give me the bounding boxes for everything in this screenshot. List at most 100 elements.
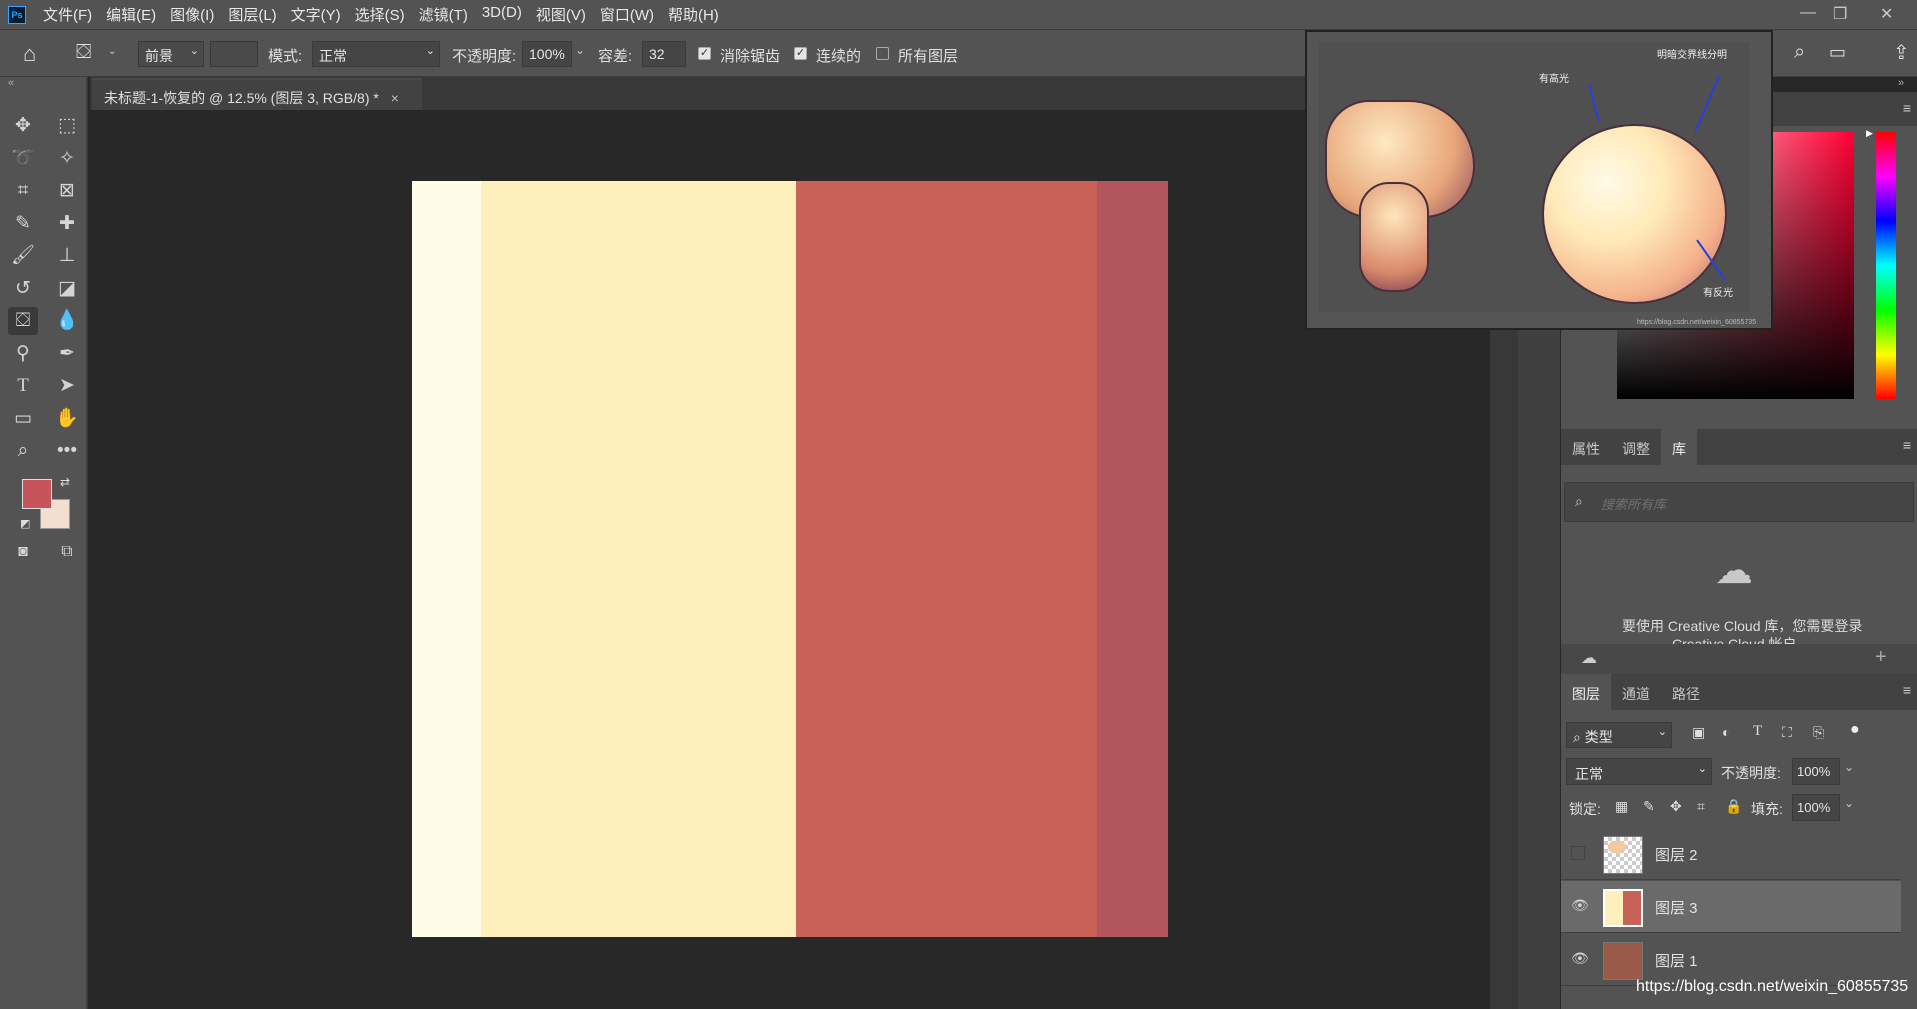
hue-slider-handle-icon[interactable]: ▶ bbox=[1866, 128, 1873, 139]
layer-opacity-input[interactable]: 100% bbox=[1792, 758, 1840, 785]
opacity-input[interactable]: 100% bbox=[522, 41, 572, 67]
menu-type[interactable]: 文字(Y) bbox=[291, 4, 341, 25]
layer-filter-select[interactable]: ⌕ 类型 ⌄ bbox=[1566, 722, 1672, 748]
chevron-down-icon[interactable]: ⌄ bbox=[108, 46, 116, 57]
rectangle-tool-icon[interactable]: ▭ bbox=[8, 405, 38, 433]
healing-brush-tool-icon[interactable]: ✚ bbox=[52, 210, 82, 238]
tab-channels[interactable]: 通道 bbox=[1611, 674, 1661, 710]
panel-menu-icon[interactable]: ≡ bbox=[1903, 100, 1911, 116]
search-icon[interactable]: ⌕ bbox=[1794, 41, 1805, 64]
tolerance-input[interactable]: 32 bbox=[642, 41, 686, 67]
antialias-checkbox[interactable]: ✓ bbox=[698, 47, 711, 60]
frame-tool-icon[interactable]: ⊠ bbox=[52, 177, 82, 205]
dodge-tool-icon[interactable]: ⚲ bbox=[8, 340, 38, 368]
hue-slider[interactable] bbox=[1876, 132, 1896, 399]
close-window-icon[interactable]: ✕ bbox=[1880, 4, 1893, 24]
filter-toggle-icon[interactable]: ● bbox=[1850, 721, 1860, 739]
swap-colors-icon[interactable]: ⇄ bbox=[60, 475, 70, 489]
tab-properties[interactable]: 属性 bbox=[1561, 429, 1611, 465]
lock-image-icon[interactable]: ✎ bbox=[1643, 798, 1655, 815]
lock-position-icon[interactable]: ✥ bbox=[1670, 798, 1682, 815]
fill-source-select[interactable]: 前景 ⌄ bbox=[138, 41, 204, 67]
lasso-tool-icon[interactable]: ➰ bbox=[8, 145, 38, 173]
tab-layers[interactable]: 图层 bbox=[1561, 674, 1611, 710]
home-icon[interactable]: ⌂ bbox=[23, 41, 36, 67]
blend-mode-select[interactable]: 正常 ⌄ bbox=[1566, 758, 1712, 785]
menu-image[interactable]: 图像(I) bbox=[170, 4, 214, 25]
foreground-color-swatch[interactable] bbox=[22, 479, 52, 509]
thumbnail-strip bbox=[1623, 891, 1641, 925]
tab-adjustments[interactable]: 调整 bbox=[1611, 429, 1661, 465]
quick-mask-icon[interactable]: ◙ bbox=[8, 538, 38, 566]
opacity-dropdown-icon[interactable]: ⌄ bbox=[575, 43, 585, 57]
fill-input[interactable]: 100% bbox=[1792, 794, 1840, 821]
tab-paths[interactable]: 路径 bbox=[1661, 674, 1711, 710]
pattern-picker[interactable] bbox=[210, 41, 258, 67]
contiguous-checkbox[interactable]: ✓ bbox=[794, 47, 807, 60]
clone-stamp-tool-icon[interactable]: ⊥ bbox=[52, 242, 82, 270]
crop-tool-icon[interactable]: ⌗ bbox=[8, 177, 38, 205]
filter-adjustment-icon[interactable]: ◐ bbox=[1722, 724, 1730, 740]
pen-tool-icon[interactable]: ✒ bbox=[52, 340, 82, 368]
all-layers-checkbox[interactable] bbox=[876, 47, 889, 60]
workspace-icon[interactable]: ▭ bbox=[1829, 42, 1846, 63]
zoom-tool-icon[interactable]: ⌕ bbox=[8, 437, 38, 465]
menu-window[interactable]: 窗口(W) bbox=[600, 4, 654, 25]
filter-type-icon[interactable]: T bbox=[1753, 723, 1762, 740]
eye-icon[interactable]: 👁 bbox=[1571, 897, 1589, 914]
filter-pixel-icon[interactable]: ▣ bbox=[1692, 724, 1705, 741]
menu-file[interactable]: 文件(F) bbox=[43, 4, 92, 25]
menu-view[interactable]: 视图(V) bbox=[536, 4, 586, 25]
minimize-icon[interactable]: — bbox=[1800, 4, 1816, 22]
menu-select[interactable]: 选择(S) bbox=[355, 4, 405, 25]
move-tool-icon[interactable]: ✥ bbox=[8, 112, 38, 140]
marquee-tool-icon[interactable]: ⬚ bbox=[52, 112, 82, 140]
add-library-icon[interactable]: + bbox=[1875, 646, 1887, 669]
eyedropper-tool-icon[interactable]: ✎ bbox=[8, 210, 38, 238]
menu-filter[interactable]: 滤镜(T) bbox=[419, 4, 468, 25]
collapse-panels-icon[interactable]: » bbox=[1898, 77, 1904, 89]
document-tab[interactable]: 未标题-1-恢复的 @ 12.5% (图层 3, RGB/8) * × bbox=[92, 78, 422, 110]
share-icon[interactable]: ⇪ bbox=[1893, 40, 1910, 65]
menu-help[interactable]: 帮助(H) bbox=[668, 4, 719, 25]
screen-mode-icon[interactable]: ⧉ bbox=[52, 538, 82, 566]
visibility-toggle[interactable] bbox=[1571, 846, 1585, 860]
more-tools-icon[interactable]: ••• bbox=[52, 437, 82, 465]
canvas-color-strip bbox=[480, 181, 797, 937]
hand-tool-icon[interactable]: ✋ bbox=[52, 405, 82, 433]
eye-icon[interactable]: 👁 bbox=[1571, 950, 1589, 967]
paint-bucket-preset-icon[interactable]: ⛋ bbox=[76, 41, 91, 64]
mode-select[interactable]: 正常 ⌄ bbox=[312, 41, 440, 67]
cloud-sync-icon[interactable]: ☁ bbox=[1581, 648, 1597, 668]
filter-shape-icon[interactable]: ⛶ bbox=[1782, 724, 1792, 741]
brush-tool-icon[interactable]: 🖌 bbox=[8, 242, 38, 270]
chevron-down-icon[interactable]: ⌄ bbox=[1844, 796, 1854, 810]
menu-3d[interactable]: 3D(D) bbox=[482, 4, 522, 25]
library-search-field[interactable]: ⌕ 搜索所有库 bbox=[1564, 482, 1914, 522]
eraser-tool-icon[interactable]: ◪ bbox=[52, 275, 82, 303]
history-brush-tool-icon[interactable]: ↺ bbox=[8, 275, 38, 303]
close-tab-icon[interactable]: × bbox=[391, 90, 399, 106]
layer-row-selected[interactable]: 👁 图层 3 bbox=[1561, 881, 1901, 933]
path-selection-tool-icon[interactable]: ➤ bbox=[52, 372, 82, 400]
filter-smart-object-icon[interactable]: ⎘ bbox=[1813, 724, 1824, 741]
default-colors-icon[interactable]: ◩ bbox=[20, 517, 30, 530]
tab-libraries[interactable]: 库 bbox=[1661, 429, 1697, 465]
menu-layer[interactable]: 图层(L) bbox=[228, 4, 276, 25]
panel-menu-icon[interactable]: ≡ bbox=[1903, 437, 1911, 453]
magic-wand-tool-icon[interactable]: ✧ bbox=[52, 145, 82, 173]
lock-transparency-icon[interactable]: ▦ bbox=[1615, 798, 1628, 815]
lock-artboard-icon[interactable]: ⌗ bbox=[1697, 798, 1705, 815]
paint-bucket-tool-icon[interactable]: ⛋ bbox=[8, 307, 38, 335]
menu-edit[interactable]: 编辑(E) bbox=[106, 4, 156, 25]
type-tool-icon[interactable]: T bbox=[8, 372, 38, 400]
blur-tool-icon[interactable]: 💧 bbox=[52, 307, 82, 335]
restore-icon[interactable]: ❐ bbox=[1833, 4, 1847, 24]
panel-menu-icon[interactable]: ≡ bbox=[1903, 682, 1911, 698]
collapse-icon[interactable]: « bbox=[8, 77, 14, 89]
lock-all-icon[interactable]: 🔒 bbox=[1725, 798, 1742, 815]
scrollbar-track[interactable] bbox=[1490, 329, 1518, 1009]
layer-row[interactable]: 图层 2 bbox=[1561, 828, 1901, 880]
chevron-down-icon[interactable]: ⌄ bbox=[1844, 760, 1854, 774]
canvas[interactable] bbox=[412, 181, 1168, 937]
